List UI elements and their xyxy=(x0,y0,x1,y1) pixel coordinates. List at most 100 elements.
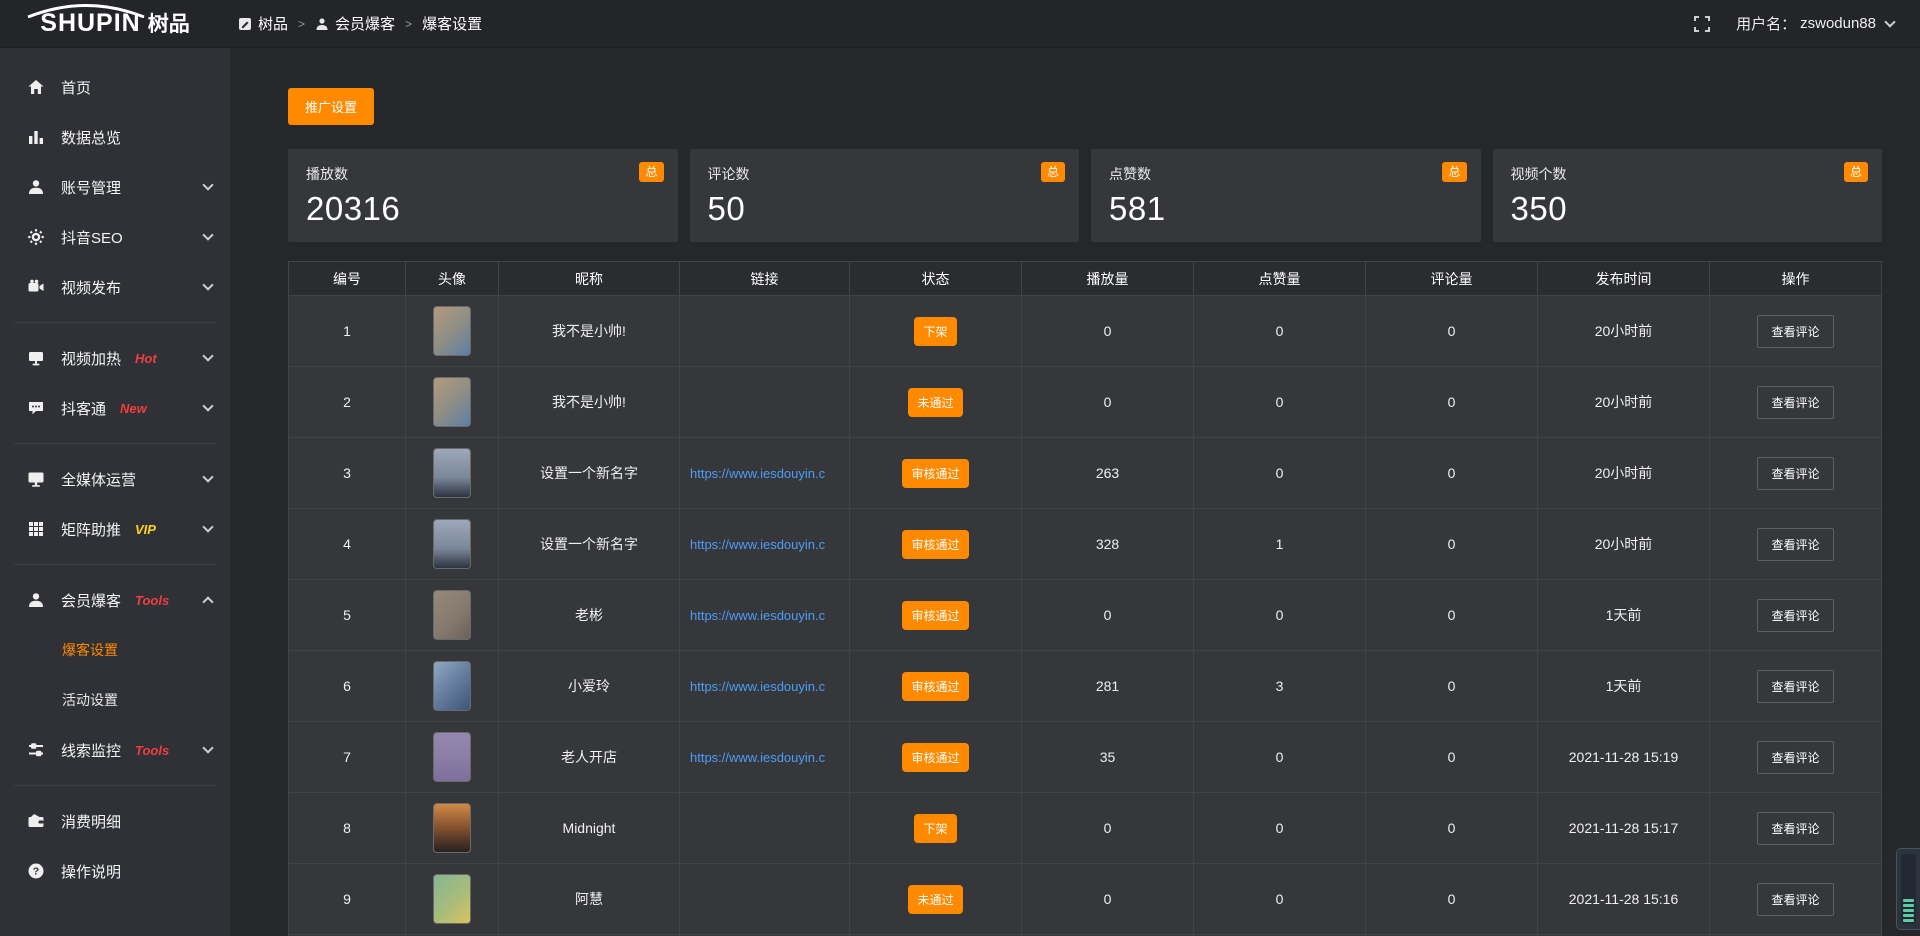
table-header-cell: 播放量 xyxy=(1022,262,1194,296)
stat-card-videos: 视频个数 总 350 xyxy=(1493,149,1883,242)
sidebar-item-matrix-boost[interactable]: 矩阵助推 VIP xyxy=(0,504,230,554)
stat-card-comments: 评论数 总 50 xyxy=(690,149,1080,242)
view-comments-button[interactable]: 查看评论 xyxy=(1757,528,1833,561)
row-link[interactable]: https://www.iesdouyin.c xyxy=(680,509,850,580)
total-badge: 总 xyxy=(639,162,663,182)
breadcrumb-item-section[interactable]: 会员爆客 xyxy=(315,13,395,34)
row-likes: 0 xyxy=(1194,580,1366,651)
breadcrumb-item-home[interactable]: 树品 xyxy=(238,13,288,34)
row-likes: 0 xyxy=(1194,793,1366,864)
topbar: SHUPIN 树品 树品 > 会员爆客 > 爆客设置 用户名： xyxy=(0,0,1920,48)
new-tag: New xyxy=(120,401,147,416)
sidebar-subitem-activity-settings[interactable]: 活动设置 xyxy=(0,675,230,725)
sidebar-item-member-baoke[interactable]: 会员爆客 Tools xyxy=(0,575,230,625)
row-time: 20小时前 xyxy=(1538,367,1710,438)
sidebar-divider xyxy=(14,322,216,323)
stat-value: 350 xyxy=(1511,190,1865,228)
row-likes: 0 xyxy=(1194,722,1366,793)
stats-cards: 播放数 总 20316 评论数 总 50 点赞数 总 581 视频个数 总 35… xyxy=(288,149,1882,242)
hot-tag: Hot xyxy=(135,351,157,366)
sidebar-item-home[interactable]: 首页 xyxy=(0,62,230,112)
sidebar-item-video-heating[interactable]: 视频加热 Hot xyxy=(0,333,230,383)
row-comments: 0 xyxy=(1366,864,1538,935)
sidebar-item-all-media-operation[interactable]: 全媒体运营 xyxy=(0,454,230,504)
view-comments-button[interactable]: 查看评论 xyxy=(1757,315,1833,348)
row-nick: 我不是小帅! xyxy=(499,367,680,438)
row-link[interactable]: https://www.iesdouyin.c xyxy=(680,722,850,793)
help-icon: ? xyxy=(26,861,46,881)
view-comments-button[interactable]: 查看评论 xyxy=(1757,386,1833,419)
view-comments-button[interactable]: 查看评论 xyxy=(1757,741,1833,774)
username-label: 用户名： xyxy=(1736,13,1796,34)
status-badge: 审核通过 xyxy=(902,459,968,488)
avatar xyxy=(433,448,471,498)
stat-value: 20316 xyxy=(306,190,660,228)
stat-label: 视频个数 xyxy=(1511,164,1865,184)
status-badge: 下架 xyxy=(914,814,956,843)
sidebar-item-douketong[interactable]: 抖客通 New xyxy=(0,383,230,433)
sidebar-item-data-overview[interactable]: 数据总览 xyxy=(0,112,230,162)
row-link[interactable] xyxy=(680,367,850,438)
promotion-settings-button[interactable]: 推广设置 xyxy=(288,88,374,125)
sidebar-item-lead-monitoring[interactable]: 线索监控 Tools xyxy=(0,725,230,775)
widget-bar xyxy=(1903,919,1914,922)
table-row: 5 老彬 https://www.iesdouyin.c 审核通过 0 0 0 … xyxy=(289,580,1881,651)
row-time: 2021-11-28 15:19 xyxy=(1538,722,1710,793)
sidebar-item-label: 视频发布 xyxy=(61,277,121,298)
floating-widget[interactable] xyxy=(1896,848,1920,930)
row-plays: 35 xyxy=(1022,722,1194,793)
row-plays: 281 xyxy=(1022,651,1194,722)
breadcrumb-item-current[interactable]: 爆客设置 xyxy=(422,13,482,34)
chevron-down-icon xyxy=(202,521,213,532)
widget-bar xyxy=(1903,904,1914,907)
row-link[interactable]: https://www.iesdouyin.c xyxy=(680,580,850,651)
avatar xyxy=(433,590,471,640)
stat-label: 点赞数 xyxy=(1109,164,1463,184)
user-menu[interactable]: 用户名： zswodun88 xyxy=(1736,13,1894,34)
table-row: 9 阿慧 未通过 0 0 0 2021-11-28 15:16 查看评论 xyxy=(289,864,1881,935)
view-comments-button[interactable]: 查看评论 xyxy=(1757,599,1833,632)
table-body: 1 我不是小帅! 下架 0 0 0 20小时前 查看评论 2 我不是小帅! 未通… xyxy=(289,296,1881,936)
row-link[interactable] xyxy=(680,864,850,935)
stat-card-plays: 播放数 总 20316 xyxy=(288,149,678,242)
chevron-down-icon xyxy=(202,471,213,482)
view-comments-button[interactable]: 查看评论 xyxy=(1757,670,1833,703)
app-logo[interactable]: SHUPIN 树品 xyxy=(0,11,230,36)
row-comments: 0 xyxy=(1366,793,1538,864)
row-plays: 328 xyxy=(1022,509,1194,580)
sidebar-item-consumption-details[interactable]: 消费明细 xyxy=(0,796,230,846)
table-row: 7 老人开店 https://www.iesdouyin.c 审核通过 35 0… xyxy=(289,722,1881,793)
row-nick: 老彬 xyxy=(499,580,680,651)
sidebar-subitem-baoke-settings[interactable]: 爆客设置 xyxy=(0,625,230,675)
avatar xyxy=(433,377,471,427)
view-comments-button[interactable]: 查看评论 xyxy=(1757,812,1833,845)
logo-arc xyxy=(22,4,150,18)
fullscreen-icon[interactable] xyxy=(1694,16,1710,32)
row-plays: 0 xyxy=(1022,580,1194,651)
monitor-icon xyxy=(26,348,46,368)
row-comments: 0 xyxy=(1366,651,1538,722)
row-nick: 阿慧 xyxy=(499,864,680,935)
row-link[interactable] xyxy=(680,793,850,864)
row-link[interactable]: https://www.iesdouyin.c xyxy=(680,438,850,509)
sidebar-item-douyin-seo[interactable]: 抖音SEO xyxy=(0,212,230,262)
sidebar-item-account-management[interactable]: 账号管理 xyxy=(0,162,230,212)
row-link[interactable] xyxy=(680,296,850,367)
row-comments: 0 xyxy=(1366,722,1538,793)
sidebar-subitem-label: 活动设置 xyxy=(62,690,118,710)
table-row: 3 设置一个新名字 https://www.iesdouyin.c 审核通过 2… xyxy=(289,438,1881,509)
view-comments-button[interactable]: 查看评论 xyxy=(1757,883,1833,916)
avatar xyxy=(433,306,471,356)
sidebar-item-instructions[interactable]: ? 操作说明 xyxy=(0,846,230,896)
chevron-down-icon xyxy=(202,229,213,240)
chevron-down-icon xyxy=(202,179,213,190)
tools-tag: Tools xyxy=(135,593,169,608)
status-badge: 下架 xyxy=(914,317,956,346)
view-comments-button[interactable]: 查看评论 xyxy=(1757,457,1833,490)
row-time: 20小时前 xyxy=(1538,509,1710,580)
table-header-cell: 评论量 xyxy=(1366,262,1538,296)
sidebar-item-video-publish[interactable]: 视频发布 xyxy=(0,262,230,312)
row-number: 3 xyxy=(289,438,406,509)
row-link[interactable]: https://www.iesdouyin.c xyxy=(680,651,850,722)
table-row: 2 我不是小帅! 未通过 0 0 0 20小时前 查看评论 xyxy=(289,367,1881,438)
